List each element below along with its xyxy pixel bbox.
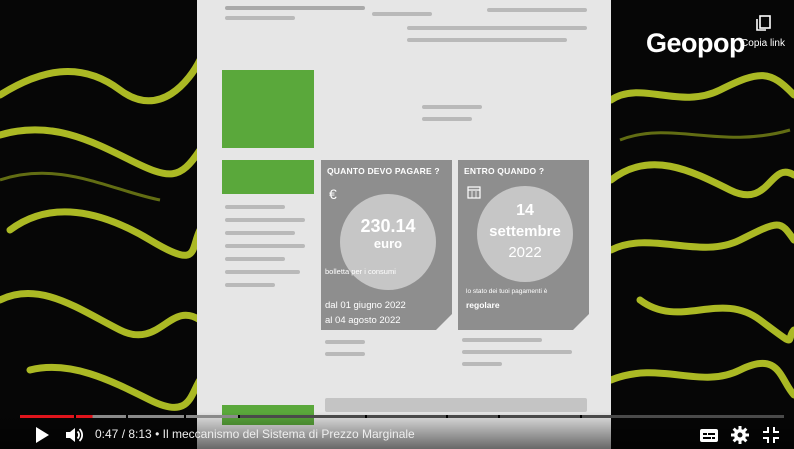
period-to: al 04 agosto 2022 (325, 315, 401, 326)
copy-link-label: Copia link (741, 38, 785, 49)
amount-card-heading: QUANTO DEVO PAGARE ? (327, 166, 440, 176)
copy-icon (756, 15, 771, 31)
due-date-card: ENTRO QUANDO ? 14 settembre 2022 lo stat… (458, 160, 589, 330)
exit-fullscreen-button[interactable] (760, 424, 782, 446)
copy-link-button[interactable]: Copia link (740, 14, 786, 49)
volume-button[interactable] (63, 424, 85, 446)
time-total: 8:13 (128, 427, 152, 441)
amount-unit: euro (373, 236, 403, 251)
payment-status-value: regolare (466, 300, 500, 310)
due-card-heading: ENTRO QUANDO ? (464, 166, 545, 176)
settings-button[interactable] (729, 424, 751, 446)
time-separator: / (118, 427, 129, 441)
subtitles-button[interactable] (698, 424, 720, 446)
exit-fullscreen-icon (763, 427, 779, 443)
play-icon (36, 427, 49, 443)
subtitles-icon (700, 429, 718, 442)
volume-icon (66, 428, 84, 442)
amount-caption: bolletta per i consumi (325, 267, 396, 276)
progress-bar[interactable] (20, 415, 784, 418)
amount-value: 230.14 (360, 216, 416, 236)
time-display: 0:47 / 8:13 • Il meccanismo del Sistema … (95, 427, 415, 441)
euro-symbol: € (329, 186, 337, 202)
chapter-title[interactable]: Il meccanismo del Sistema di Prezzo Marg… (163, 427, 415, 441)
settings-icon (731, 426, 749, 444)
period-from: dal 01 giugno 2022 (325, 300, 406, 311)
due-day: 14 (516, 202, 534, 219)
channel-logo: Geopop (646, 28, 746, 58)
due-year: 2022 (508, 244, 542, 261)
video-player[interactable]: QUANTO DEVO PAGARE ? € 230.14 euro bolle… (0, 0, 794, 449)
calendar-icon (467, 186, 481, 199)
progress-played (20, 415, 93, 418)
due-month: settembre (489, 223, 561, 240)
amount-card: QUANTO DEVO PAGARE ? € 230.14 euro bolle… (321, 160, 452, 330)
play-button[interactable] (31, 424, 53, 446)
brand-logo-block (222, 70, 314, 148)
time-current: 0:47 (95, 427, 119, 441)
bill-document: QUANTO DEVO PAGARE ? € 230.14 euro bolle… (197, 0, 611, 449)
chapter-separator: • (151, 427, 163, 441)
payment-status-caption: lo stato dei tuoi pagamenti è (466, 288, 548, 295)
